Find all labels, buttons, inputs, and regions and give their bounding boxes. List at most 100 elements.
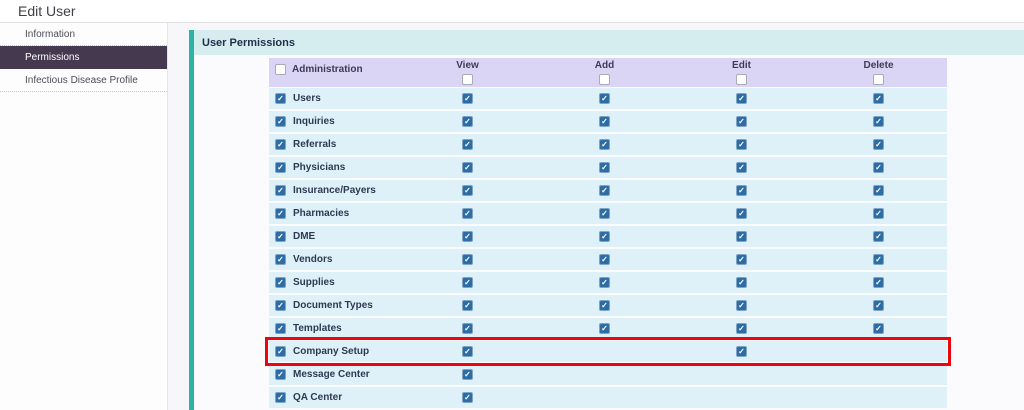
row-checkbox[interactable] [275, 208, 286, 219]
view-permission-cell [399, 180, 536, 201]
view-permission-cell [399, 272, 536, 293]
edit-permission-cell [673, 157, 810, 178]
permission-checkbox[interactable] [736, 231, 747, 242]
delete-permission-cell [810, 387, 947, 408]
table-row: Templates [269, 318, 947, 339]
edit-permission-cell [673, 295, 810, 316]
permission-checkbox[interactable] [599, 208, 610, 219]
row-checkbox[interactable] [275, 139, 286, 150]
row-checkbox[interactable] [275, 323, 286, 334]
permission-checkbox[interactable] [736, 93, 747, 104]
permission-checkbox[interactable] [873, 162, 884, 173]
row-checkbox[interactable] [275, 162, 286, 173]
delete-permission-cell [810, 157, 947, 178]
add-permission-cell [536, 295, 673, 316]
permission-checkbox[interactable] [599, 277, 610, 288]
permission-checkbox[interactable] [462, 277, 473, 288]
permission-checkbox[interactable] [599, 116, 610, 127]
row-label-cell: DME [269, 231, 399, 242]
row-label-cell: QA Center [269, 392, 399, 403]
permission-checkbox[interactable] [736, 116, 747, 127]
permission-checkbox[interactable] [599, 300, 610, 311]
row-label-cell: Company Setup [269, 346, 399, 357]
permission-checkbox[interactable] [873, 93, 884, 104]
permission-checkbox[interactable] [873, 323, 884, 334]
row-checkbox[interactable] [275, 254, 286, 265]
column-header-view: View [399, 58, 536, 87]
permission-checkbox[interactable] [873, 185, 884, 196]
permission-checkbox[interactable] [736, 254, 747, 265]
permission-checkbox[interactable] [736, 185, 747, 196]
row-label: DME [293, 231, 315, 242]
table-row: Insurance/Payers [269, 180, 947, 201]
row-checkbox[interactable] [275, 369, 286, 380]
permission-checkbox[interactable] [462, 139, 473, 150]
sidebar-item-permissions[interactable]: Permissions [0, 46, 167, 69]
permission-checkbox[interactable] [462, 185, 473, 196]
edit-permission-cell [673, 272, 810, 293]
row-checkbox[interactable] [275, 346, 286, 357]
permission-checkbox[interactable] [462, 116, 473, 127]
permission-checkbox[interactable] [873, 208, 884, 219]
permission-checkbox[interactable] [462, 300, 473, 311]
permission-checkbox[interactable] [462, 93, 473, 104]
permission-checkbox[interactable] [462, 392, 473, 403]
permission-checkbox[interactable] [462, 231, 473, 242]
row-label-cell: Templates [269, 323, 399, 334]
row-checkbox[interactable] [275, 185, 286, 196]
edit-permission-cell [673, 249, 810, 270]
add-permission-cell [536, 341, 673, 362]
row-checkbox[interactable] [275, 116, 286, 127]
delete-permission-cell [810, 203, 947, 224]
row-checkbox[interactable] [275, 231, 286, 242]
view-permission-cell [399, 88, 536, 109]
edit-permission-cell [673, 134, 810, 155]
permission-checkbox[interactable] [599, 323, 610, 334]
permission-checkbox[interactable] [462, 162, 473, 173]
checkbox[interactable] [462, 74, 473, 85]
permission-checkbox[interactable] [736, 139, 747, 150]
permission-checkbox[interactable] [462, 346, 473, 357]
checkbox[interactable] [873, 74, 884, 85]
permission-checkbox[interactable] [736, 208, 747, 219]
row-checkbox[interactable] [275, 300, 286, 311]
row-checkbox[interactable] [275, 277, 286, 288]
permission-checkbox[interactable] [599, 93, 610, 104]
column-header-add: Add [536, 58, 673, 87]
permission-checkbox[interactable] [599, 231, 610, 242]
permission-checkbox[interactable] [462, 208, 473, 219]
row-checkbox[interactable] [275, 93, 286, 104]
permission-checkbox[interactable] [873, 277, 884, 288]
row-checkbox[interactable] [275, 392, 286, 403]
checkbox[interactable] [275, 64, 286, 75]
row-label: Pharmacies [293, 208, 349, 219]
permission-checkbox[interactable] [736, 346, 747, 357]
row-label-cell: Message Center [269, 369, 399, 380]
permission-checkbox[interactable] [736, 300, 747, 311]
permission-checkbox[interactable] [873, 116, 884, 127]
permission-checkbox[interactable] [873, 231, 884, 242]
permission-checkbox[interactable] [873, 300, 884, 311]
permission-checkbox[interactable] [736, 162, 747, 173]
permission-checkbox[interactable] [873, 254, 884, 265]
permission-checkbox[interactable] [599, 254, 610, 265]
checkbox[interactable] [599, 74, 610, 85]
row-label: Users [293, 93, 321, 104]
edit-permission-cell [673, 387, 810, 408]
permission-checkbox[interactable] [873, 139, 884, 150]
sidebar-item-information[interactable]: Information [0, 23, 167, 46]
delete-permission-cell [810, 88, 947, 109]
checkbox[interactable] [736, 74, 747, 85]
permission-checkbox[interactable] [736, 277, 747, 288]
permission-checkbox[interactable] [599, 162, 610, 173]
permission-checkbox[interactable] [736, 323, 747, 334]
add-permission-cell [536, 157, 673, 178]
row-label: Document Types [293, 300, 373, 311]
permission-checkbox[interactable] [462, 323, 473, 334]
permission-checkbox[interactable] [462, 254, 473, 265]
delete-permission-cell [810, 295, 947, 316]
permission-checkbox[interactable] [599, 139, 610, 150]
sidebar-item-infectious-disease-profile[interactable]: Infectious Disease Profile [0, 69, 167, 92]
permission-checkbox[interactable] [599, 185, 610, 196]
permission-checkbox[interactable] [462, 369, 473, 380]
